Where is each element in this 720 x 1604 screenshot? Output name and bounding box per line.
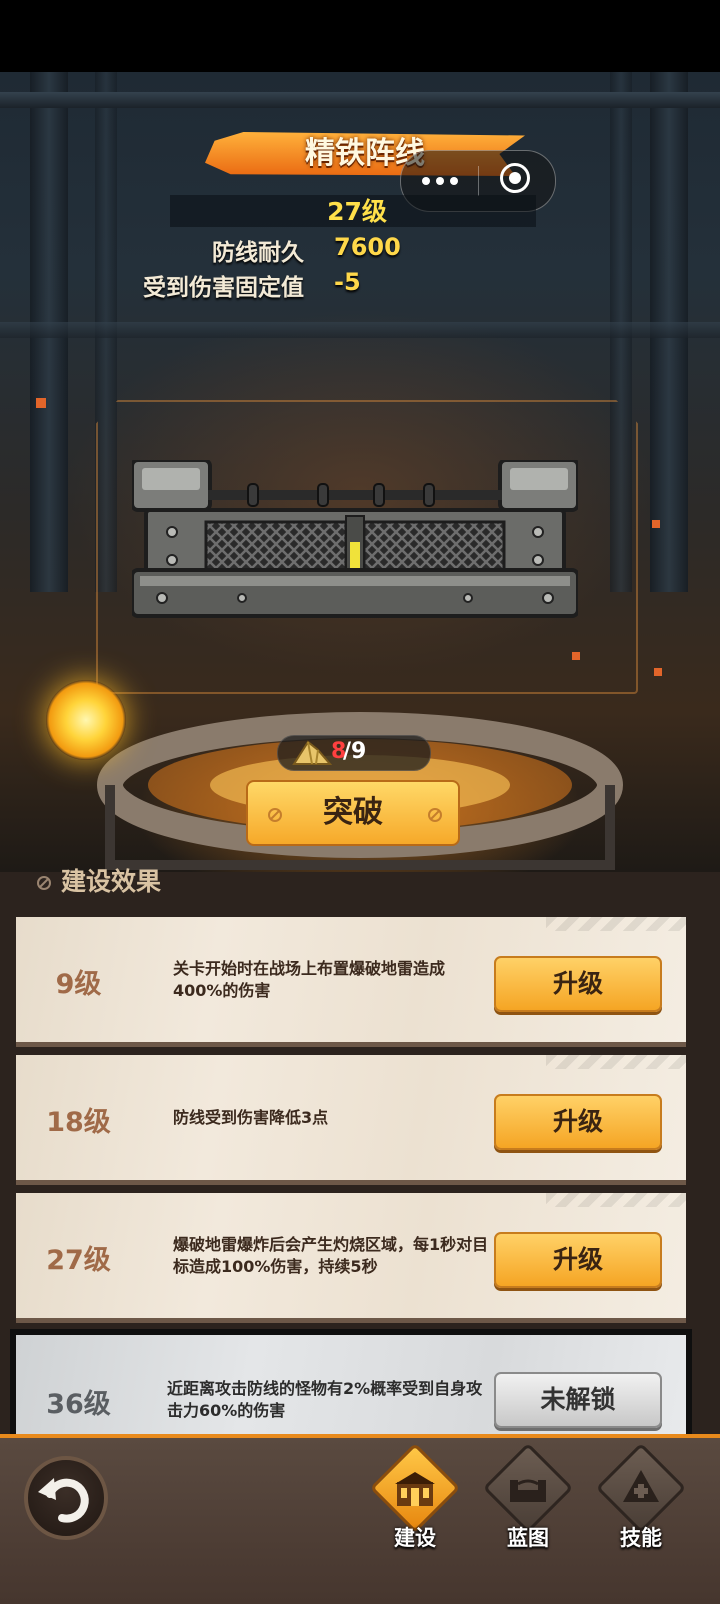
nav-label: 技能 (620, 1526, 662, 1550)
nav-tab-blueprint[interactable]: 蓝图 (478, 1442, 578, 1558)
breakthrough-max: /9 (343, 739, 367, 764)
section-title: 建设效果 (61, 867, 162, 896)
upgrade-button[interactable]: 升级 (494, 1094, 662, 1150)
gold-ore-icon (292, 740, 332, 765)
effect-description: 爆破地雷爆炸后会产生灼烧区域，每1秒对目标造成100%伤害，持续5秒 (173, 1235, 489, 1276)
hazard-stripe (546, 1055, 686, 1069)
nav-tab-build[interactable]: 建设 (365, 1442, 465, 1558)
effect-level: 27级 (46, 1245, 111, 1276)
blueprint-icon (510, 1479, 546, 1502)
effect-level: 36级 (46, 1389, 111, 1420)
effect-card: 18级 防线受到伤害降低3点 升级 (16, 1055, 686, 1185)
damage-fixed-label: 受到伤害固定值 (143, 275, 304, 301)
back-button[interactable] (24, 1456, 108, 1540)
effect-card-locked: 36级 近距离攻击防线的怪物有2%概率受到自身攻击力60%的伤害 未解锁 (10, 1329, 692, 1439)
breakthrough-button[interactable]: 突破 (246, 780, 460, 846)
effect-level: 9级 (55, 969, 102, 1000)
upgrade-button[interactable]: 升级 (494, 1232, 662, 1288)
building-level: 27级 (327, 197, 387, 226)
nav-tab-skill[interactable]: 技能 (591, 1442, 691, 1558)
effect-card: 9级 关卡开始时在战场上布置爆破地雷造成400%的伤害 升级 (16, 917, 686, 1047)
back-arrow-icon (38, 1478, 89, 1523)
background-beam (0, 322, 720, 338)
status-bar (0, 0, 720, 72)
frame-corner-mark (654, 668, 662, 676)
effect-description: 防线受到伤害降低3点 (173, 1108, 329, 1127)
damage-fixed-value: -5 (334, 268, 361, 296)
background-beam (0, 92, 720, 108)
frame-corner-mark (572, 652, 580, 660)
breakthrough-button-label: 突破 (323, 795, 383, 830)
iron-wall-building (132, 460, 578, 618)
frame-corner-mark (652, 520, 660, 528)
effect-card: 27级 爆破地雷爆炸后会产生灼烧区域，每1秒对目标造成100%伤害，持续5秒 升… (16, 1193, 686, 1323)
upgrade-button[interactable]: 升级 (494, 956, 662, 1012)
frame-corner-mark (36, 398, 46, 408)
hazard-stripe (546, 917, 686, 931)
effect-description: 近距离攻击防线的怪物有2%概率受到自身攻击力60%的伤害 (167, 1379, 483, 1420)
nav-label: 建设 (394, 1526, 436, 1550)
close-target-icon[interactable] (500, 163, 530, 193)
durability-value: 7600 (334, 233, 401, 261)
bolt-icon (428, 808, 442, 822)
nav-label: 蓝图 (507, 1526, 549, 1550)
skill-icon (623, 1470, 659, 1502)
glowing-orb (46, 680, 126, 760)
capsule-divider (478, 166, 479, 196)
effect-level: 18级 (46, 1107, 111, 1138)
bolt-icon (37, 876, 51, 890)
effect-description: 关卡开始时在战场上布置爆破地雷造成400%的伤害 (173, 959, 446, 1000)
building-icon (395, 1472, 435, 1506)
durability-label: 防线耐久 (212, 240, 304, 266)
locked-button[interactable]: 未解锁 (494, 1372, 662, 1428)
hazard-stripe (546, 1193, 686, 1207)
